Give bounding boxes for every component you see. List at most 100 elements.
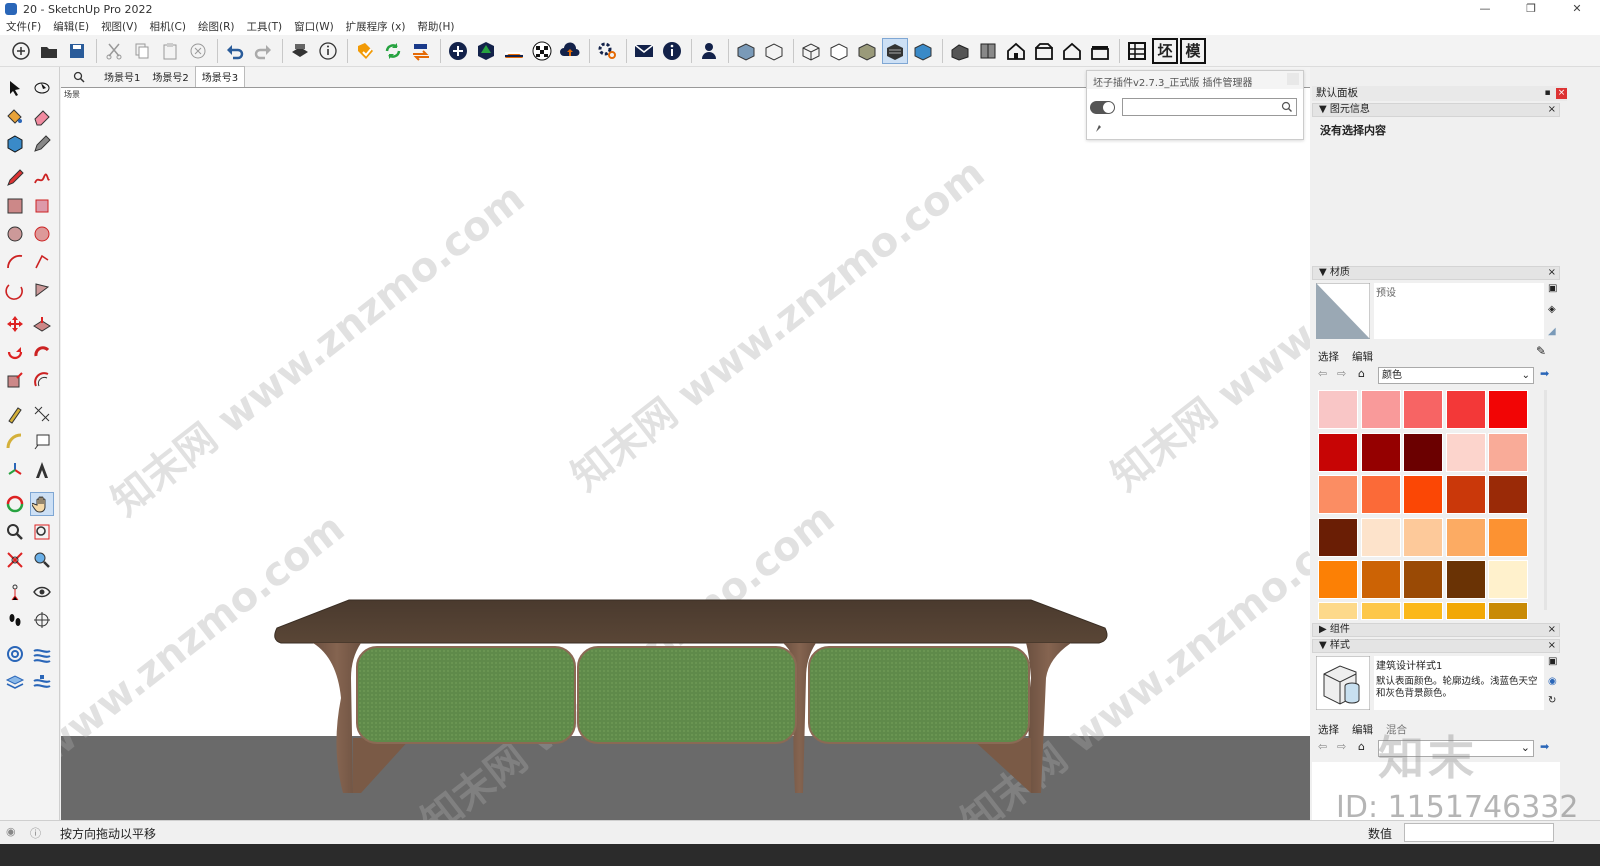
styles-tab-edit[interactable]: 编辑 [1352, 722, 1373, 737]
material-swatch[interactable] [1445, 602, 1486, 620]
plugin-search-input[interactable] [1122, 98, 1297, 116]
model-button[interactable]: 模 [1180, 37, 1206, 64]
menu-edit[interactable]: 编辑(E) [53, 19, 89, 34]
material-swatch[interactable] [1360, 432, 1401, 472]
add-circle-button[interactable] [445, 38, 471, 64]
style-backedges-button[interactable] [761, 38, 787, 64]
previous-view-tool[interactable] [30, 548, 54, 572]
style-xray-button[interactable] [733, 38, 759, 64]
view-right-button[interactable] [1031, 38, 1057, 64]
library-details-arrow-icon[interactable]: ➡ [1540, 367, 1549, 380]
pizi-button[interactable]: 坯 [1152, 37, 1178, 64]
zoom-extents-tool[interactable] [3, 548, 27, 572]
back-arrow-icon[interactable]: ⇦ [1318, 740, 1327, 753]
print-button[interactable] [287, 38, 313, 64]
scene-tab-2[interactable]: 场景号2 [146, 69, 194, 87]
menu-window[interactable]: 窗口(W) [294, 19, 334, 34]
material-name-field[interactable]: 预设 [1374, 283, 1544, 339]
eraser-tool[interactable] [30, 104, 54, 128]
refresh-style-icon[interactable]: ↻ [1548, 695, 1556, 706]
tag-tool[interactable] [3, 132, 27, 156]
info-button[interactable] [659, 38, 685, 64]
axes-tool[interactable] [3, 458, 27, 482]
tree-plugin-button[interactable] [473, 38, 499, 64]
zoom-tool[interactable] [3, 520, 27, 544]
menu-view[interactable]: 视图(V) [101, 19, 137, 34]
menu-tools[interactable]: 工具(T) [246, 19, 282, 34]
panel-close-icon[interactable]: × [1548, 104, 1556, 116]
copy-button[interactable] [129, 38, 155, 64]
erase-button[interactable] [185, 38, 211, 64]
model-info-button[interactable] [315, 38, 341, 64]
user-button[interactable] [696, 38, 722, 64]
eyedropper-icon[interactable]: ✎ [1536, 344, 1546, 358]
walk-tool[interactable] [3, 608, 27, 632]
geo-location-icon[interactable]: ◉ [6, 825, 16, 838]
3d-text-tool[interactable] [30, 458, 54, 482]
panel-close-icon[interactable]: × [1548, 640, 1556, 652]
position-camera-tool[interactable] [3, 580, 27, 604]
model-viewport[interactable]: 场景 知末网 www.znzmo.com 知末网 www.znzmo.com 知… [61, 87, 1310, 820]
forward-arrow-icon[interactable]: ⇨ [1337, 740, 1346, 753]
paste-button[interactable] [157, 38, 183, 64]
menu-camera[interactable]: 相机(C) [149, 19, 186, 34]
tag-paint-tool[interactable] [30, 132, 54, 156]
orbit-tool[interactable] [3, 492, 27, 516]
materials-tab-edit[interactable]: 编辑 [1352, 349, 1373, 364]
scene-search-button[interactable] [60, 67, 98, 87]
pan-tool[interactable] [30, 492, 54, 516]
material-swatch[interactable] [1445, 475, 1486, 514]
create-style-icon[interactable]: ▣ [1548, 656, 1557, 667]
entity-info-header[interactable]: ▼ 图元信息 × [1312, 103, 1560, 117]
material-swatch[interactable] [1360, 475, 1401, 514]
material-swatch[interactable] [1403, 390, 1443, 429]
material-swatch[interactable] [1360, 390, 1401, 429]
sandbox-smoove-tool[interactable] [3, 670, 27, 694]
freehand-tool[interactable] [30, 166, 54, 190]
menu-extensions[interactable]: 扩展程序 (x) [346, 19, 406, 34]
scale-tool[interactable] [3, 368, 27, 392]
panel-close-icon[interactable]: × [1548, 267, 1556, 279]
scene-tab-1[interactable]: 场景号1 [98, 69, 146, 87]
material-swatch[interactable] [1488, 432, 1528, 472]
forward-arrow-icon[interactable]: ⇨ [1337, 367, 1346, 380]
sandbox-from-contours-tool[interactable] [3, 642, 27, 666]
minimize-button[interactable]: — [1462, 0, 1508, 18]
material-library-select[interactable]: 颜色 ⌄ [1378, 367, 1534, 384]
view-front-button[interactable] [1003, 38, 1029, 64]
view-top-button[interactable] [975, 38, 1001, 64]
home-icon[interactable]: ⌂ [1358, 367, 1365, 380]
material-swatch[interactable] [1318, 390, 1358, 429]
cut-button[interactable] [101, 38, 127, 64]
view-back-button[interactable] [1059, 38, 1085, 64]
view-left-button[interactable] [1087, 38, 1113, 64]
undo-button[interactable] [222, 38, 248, 64]
view-iso-button[interactable] [947, 38, 973, 64]
material-swatch[interactable] [1318, 432, 1358, 472]
material-swatch[interactable] [1445, 560, 1486, 599]
material-swatch[interactable] [1445, 517, 1486, 557]
swatch-scrollbar[interactable] [1544, 390, 1547, 610]
materials-tab-select[interactable]: 选择 [1318, 349, 1339, 364]
refresh-button[interactable] [380, 38, 406, 64]
tray-close-button[interactable]: × [1556, 88, 1567, 99]
sandbox-from-scratch-tool[interactable] [30, 642, 54, 666]
mail-button[interactable] [631, 38, 657, 64]
style-hiddenline-button[interactable] [826, 38, 852, 64]
settings-button[interactable] [594, 38, 620, 64]
open-file-button[interactable] [36, 38, 62, 64]
material-swatch[interactable] [1360, 602, 1401, 620]
material-swatch[interactable] [1445, 390, 1486, 429]
material-swatch[interactable] [1445, 432, 1486, 472]
material-swatch[interactable] [1403, 475, 1443, 514]
pie-tool[interactable] [30, 278, 54, 302]
save-button[interactable] [64, 38, 90, 64]
new-file-button[interactable] [8, 38, 34, 64]
material-swatch[interactable] [1403, 602, 1443, 620]
library-details-arrow-icon[interactable]: ➡ [1540, 740, 1549, 753]
components-header[interactable]: ▶ 组件 × [1312, 623, 1560, 637]
plugin-tag-button[interactable] [352, 38, 378, 64]
maximize-button[interactable]: ❐ [1508, 0, 1554, 18]
select-tool[interactable] [3, 76, 27, 100]
look-around-tool[interactable] [30, 580, 54, 604]
